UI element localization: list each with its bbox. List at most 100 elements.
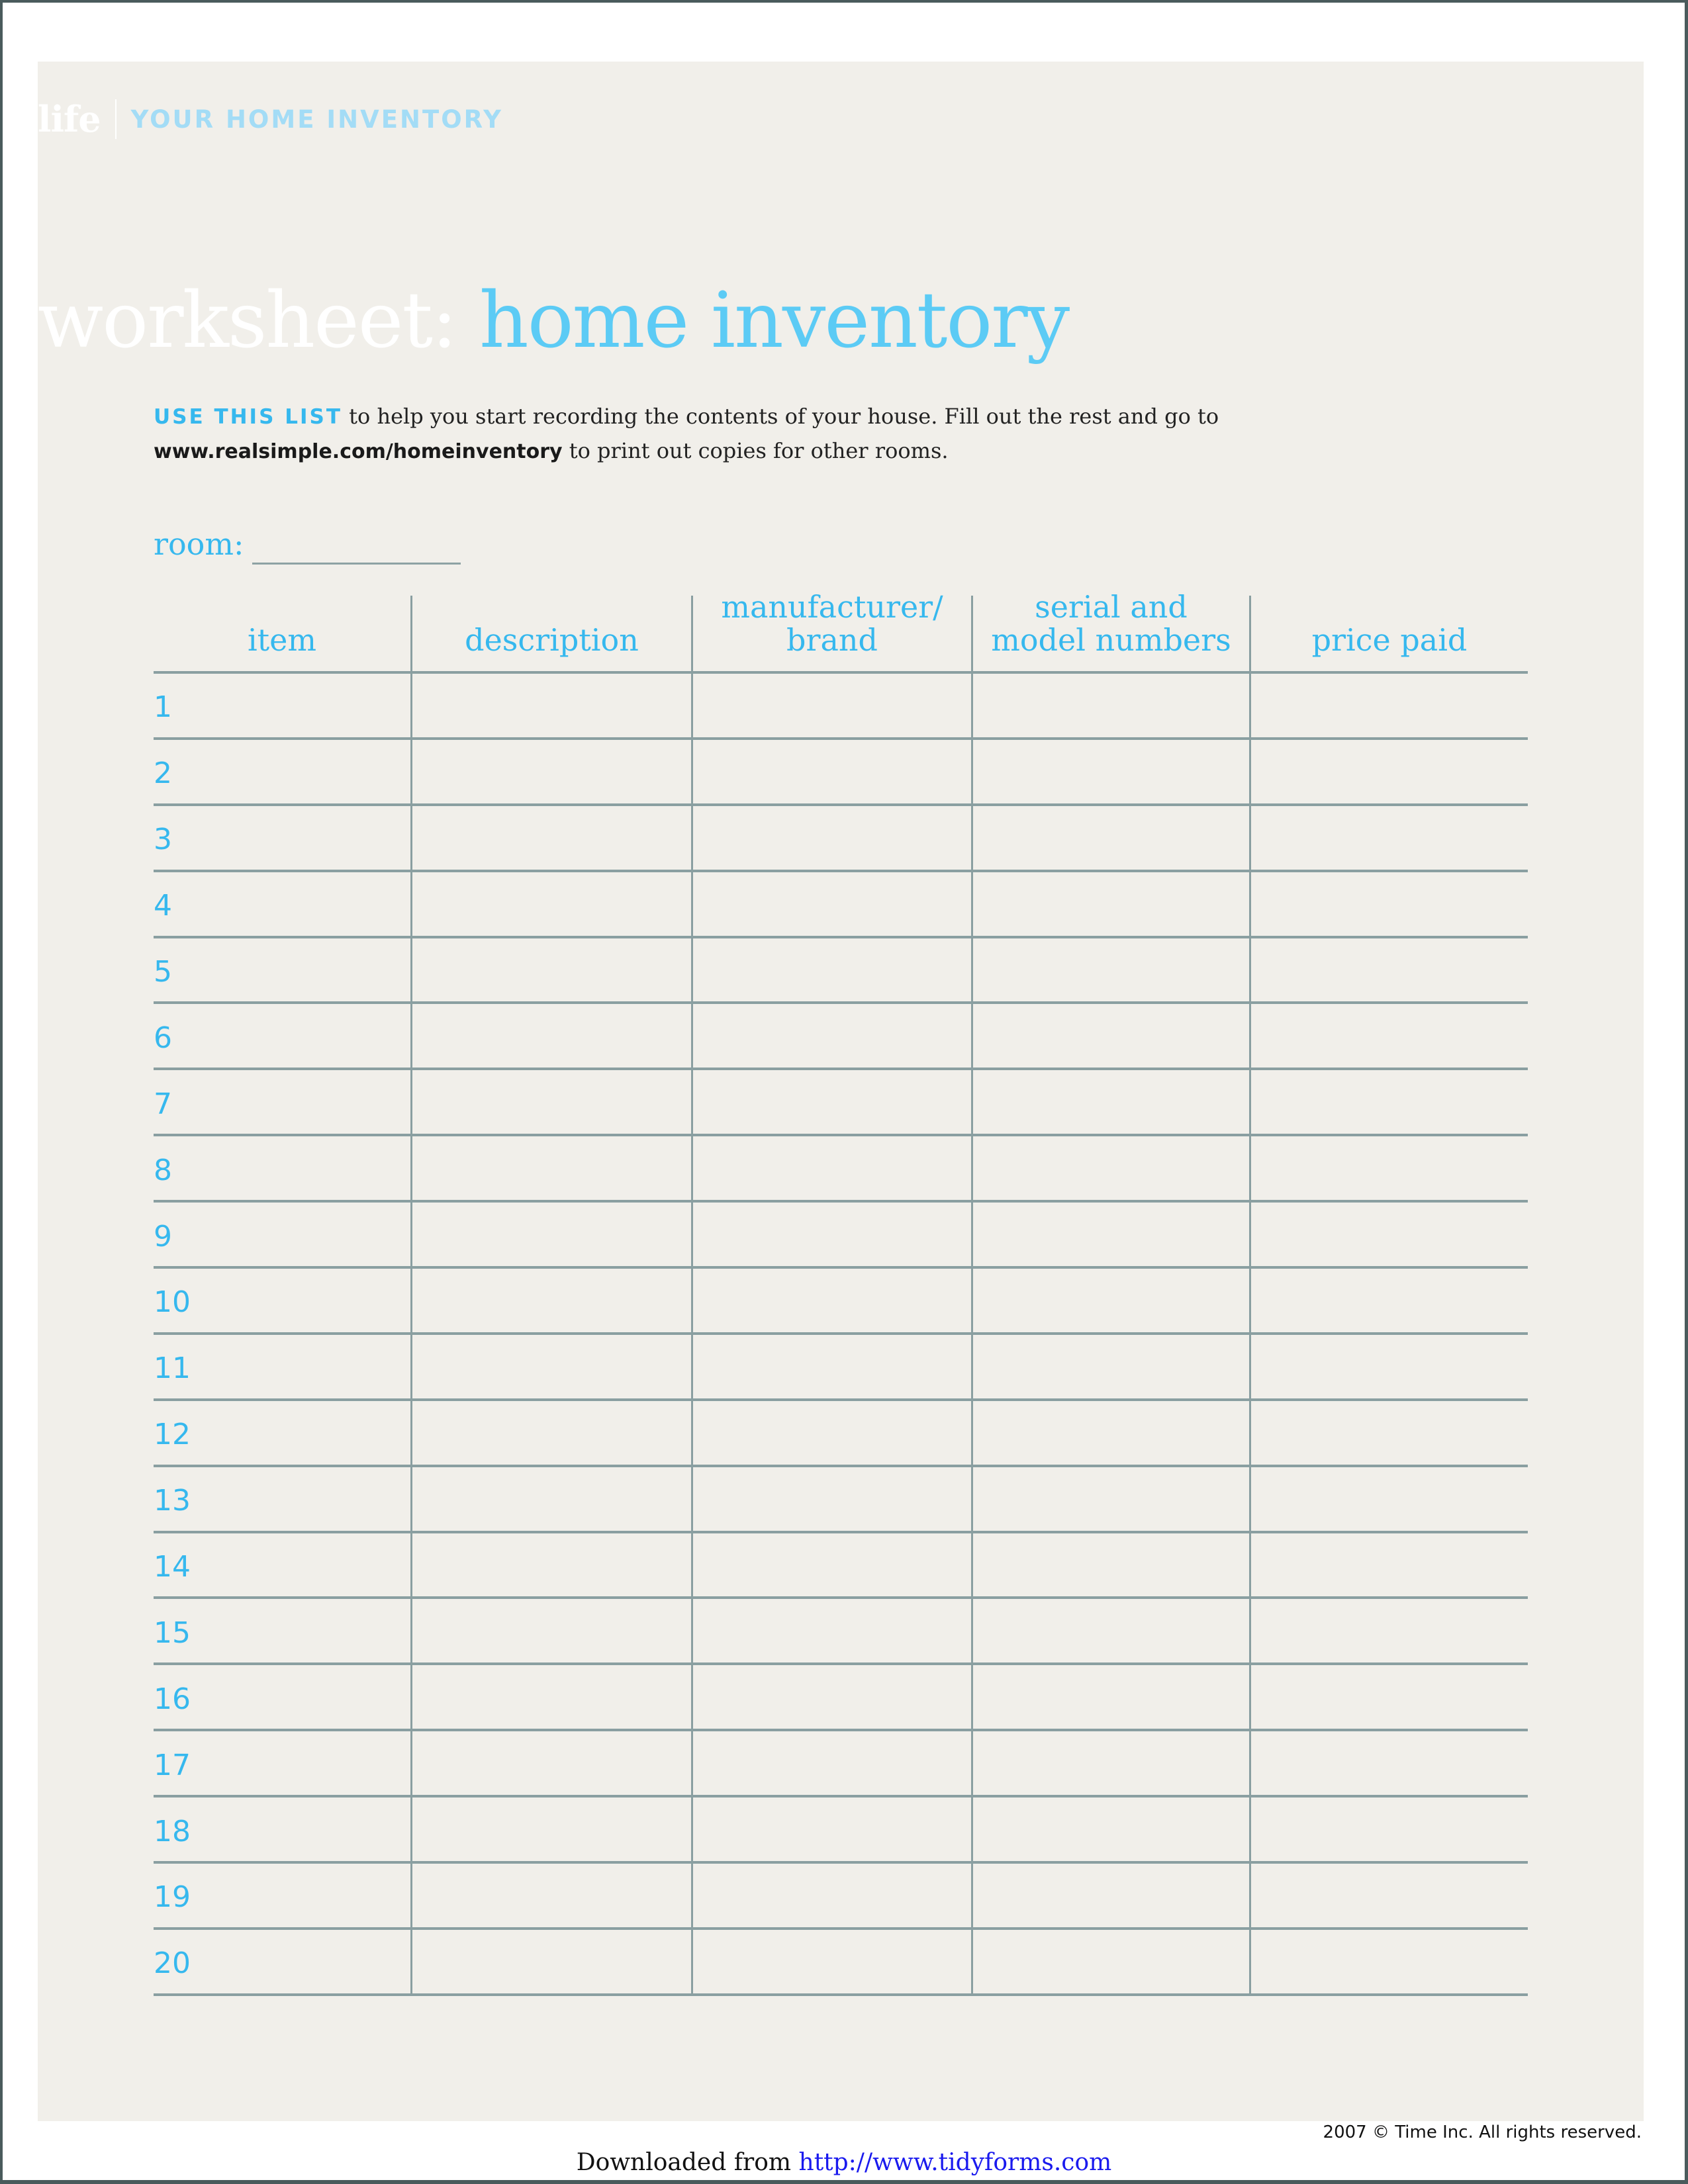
serial-cell[interactable] <box>971 1400 1249 1465</box>
table-row: 20 <box>154 1929 1528 1996</box>
manufacturer-cell[interactable] <box>691 805 971 870</box>
price-cell[interactable] <box>1249 1864 1528 1927</box>
description-cell[interactable] <box>410 1864 691 1927</box>
price-cell[interactable] <box>1249 872 1528 936</box>
item-number: 17 <box>154 1748 191 1782</box>
table-row: 4 <box>154 872 1528 938</box>
manufacturer-cell[interactable] <box>691 1136 971 1201</box>
item-number: 6 <box>154 1021 172 1055</box>
room-input-line[interactable] <box>252 563 461 565</box>
price-cell[interactable] <box>1249 739 1528 803</box>
description-cell[interactable] <box>410 1070 691 1134</box>
description-cell[interactable] <box>410 872 691 936</box>
price-cell[interactable] <box>1249 1731 1528 1796</box>
manufacturer-cell[interactable] <box>691 938 971 1002</box>
manufacturer-cell[interactable] <box>691 872 971 936</box>
table-row: 5 <box>154 938 1528 1005</box>
title-main: home inventory <box>479 276 1070 365</box>
item-number: 13 <box>154 1484 191 1518</box>
price-cell[interactable] <box>1249 805 1528 870</box>
manufacturer-cell[interactable] <box>691 1797 971 1862</box>
item-number: 19 <box>154 1880 191 1915</box>
serial-cell[interactable] <box>971 739 1249 803</box>
serial-cell[interactable] <box>971 1929 1249 1993</box>
price-cell[interactable] <box>1249 1599 1528 1663</box>
manufacturer-cell[interactable] <box>691 1864 971 1927</box>
description-cell[interactable] <box>410 938 691 1002</box>
item-number: 18 <box>154 1814 191 1848</box>
description-cell[interactable] <box>410 1400 691 1465</box>
table-row: 17 <box>154 1731 1528 1798</box>
description-cell[interactable] <box>410 1797 691 1862</box>
serial-cell[interactable] <box>971 1599 1249 1663</box>
price-cell[interactable] <box>1249 1004 1528 1068</box>
item-number: 4 <box>154 889 172 923</box>
serial-cell[interactable] <box>971 1136 1249 1201</box>
price-cell[interactable] <box>1249 1269 1528 1332</box>
download-link[interactable]: http://www.tidyforms.com <box>799 2149 1112 2176</box>
price-cell[interactable] <box>1249 1467 1528 1531</box>
serial-cell[interactable] <box>971 1797 1249 1862</box>
price-cell[interactable] <box>1249 1400 1528 1465</box>
table-row: 7 <box>154 1070 1528 1137</box>
price-cell[interactable] <box>1249 1203 1528 1267</box>
manufacturer-cell[interactable] <box>691 1269 971 1332</box>
description-cell[interactable] <box>410 1731 691 1796</box>
description-cell[interactable] <box>410 1929 691 1993</box>
price-cell[interactable] <box>1249 1533 1528 1597</box>
table-row: 9 <box>154 1203 1528 1269</box>
manufacturer-cell[interactable] <box>691 1070 971 1134</box>
price-cell[interactable] <box>1249 1070 1528 1134</box>
manufacturer-cell[interactable] <box>691 1599 971 1663</box>
price-cell[interactable] <box>1249 1929 1528 1993</box>
manufacturer-cell[interactable] <box>691 1400 971 1465</box>
serial-cell[interactable] <box>971 1203 1249 1267</box>
description-cell[interactable] <box>410 1136 691 1201</box>
serial-cell[interactable] <box>971 1864 1249 1927</box>
serial-cell[interactable] <box>971 1467 1249 1531</box>
serial-cell[interactable] <box>971 938 1249 1002</box>
description-cell[interactable] <box>410 1665 691 1729</box>
item-number: 1 <box>154 690 172 725</box>
description-cell[interactable] <box>410 739 691 803</box>
manufacturer-cell[interactable] <box>691 1731 971 1796</box>
manufacturer-cell[interactable] <box>691 1004 971 1068</box>
description-cell[interactable] <box>410 805 691 870</box>
manufacturer-cell[interactable] <box>691 1467 971 1531</box>
column-header-item: item <box>154 596 410 671</box>
manufacturer-cell[interactable] <box>691 739 971 803</box>
serial-cell[interactable] <box>971 674 1249 737</box>
price-cell[interactable] <box>1249 938 1528 1002</box>
serial-cell[interactable] <box>971 1731 1249 1796</box>
serial-cell[interactable] <box>971 872 1249 936</box>
price-cell[interactable] <box>1249 1797 1528 1862</box>
manufacturer-cell[interactable] <box>691 1533 971 1597</box>
description-cell[interactable] <box>410 1533 691 1597</box>
manufacturer-cell[interactable] <box>691 1929 971 1993</box>
description-cell[interactable] <box>410 674 691 737</box>
price-cell[interactable] <box>1249 1665 1528 1729</box>
column-header-label: price paid <box>1311 622 1468 658</box>
serial-cell[interactable] <box>971 1665 1249 1729</box>
manufacturer-cell[interactable] <box>691 1334 971 1398</box>
serial-cell[interactable] <box>971 1070 1249 1134</box>
serial-cell[interactable] <box>971 1269 1249 1332</box>
serial-cell[interactable] <box>971 805 1249 870</box>
item-number: 3 <box>154 823 172 857</box>
copyright-notice: 2007 © Time Inc. All rights reserved. <box>1323 2122 1642 2142</box>
serial-cell[interactable] <box>971 1334 1249 1398</box>
description-cell[interactable] <box>410 1203 691 1267</box>
price-cell[interactable] <box>1249 674 1528 737</box>
price-cell[interactable] <box>1249 1334 1528 1398</box>
description-cell[interactable] <box>410 1004 691 1068</box>
manufacturer-cell[interactable] <box>691 1203 971 1267</box>
serial-cell[interactable] <box>971 1004 1249 1068</box>
description-cell[interactable] <box>410 1334 691 1398</box>
price-cell[interactable] <box>1249 1136 1528 1201</box>
manufacturer-cell[interactable] <box>691 1665 971 1729</box>
description-cell[interactable] <box>410 1599 691 1663</box>
description-cell[interactable] <box>410 1269 691 1332</box>
manufacturer-cell[interactable] <box>691 674 971 737</box>
description-cell[interactable] <box>410 1467 691 1531</box>
serial-cell[interactable] <box>971 1533 1249 1597</box>
